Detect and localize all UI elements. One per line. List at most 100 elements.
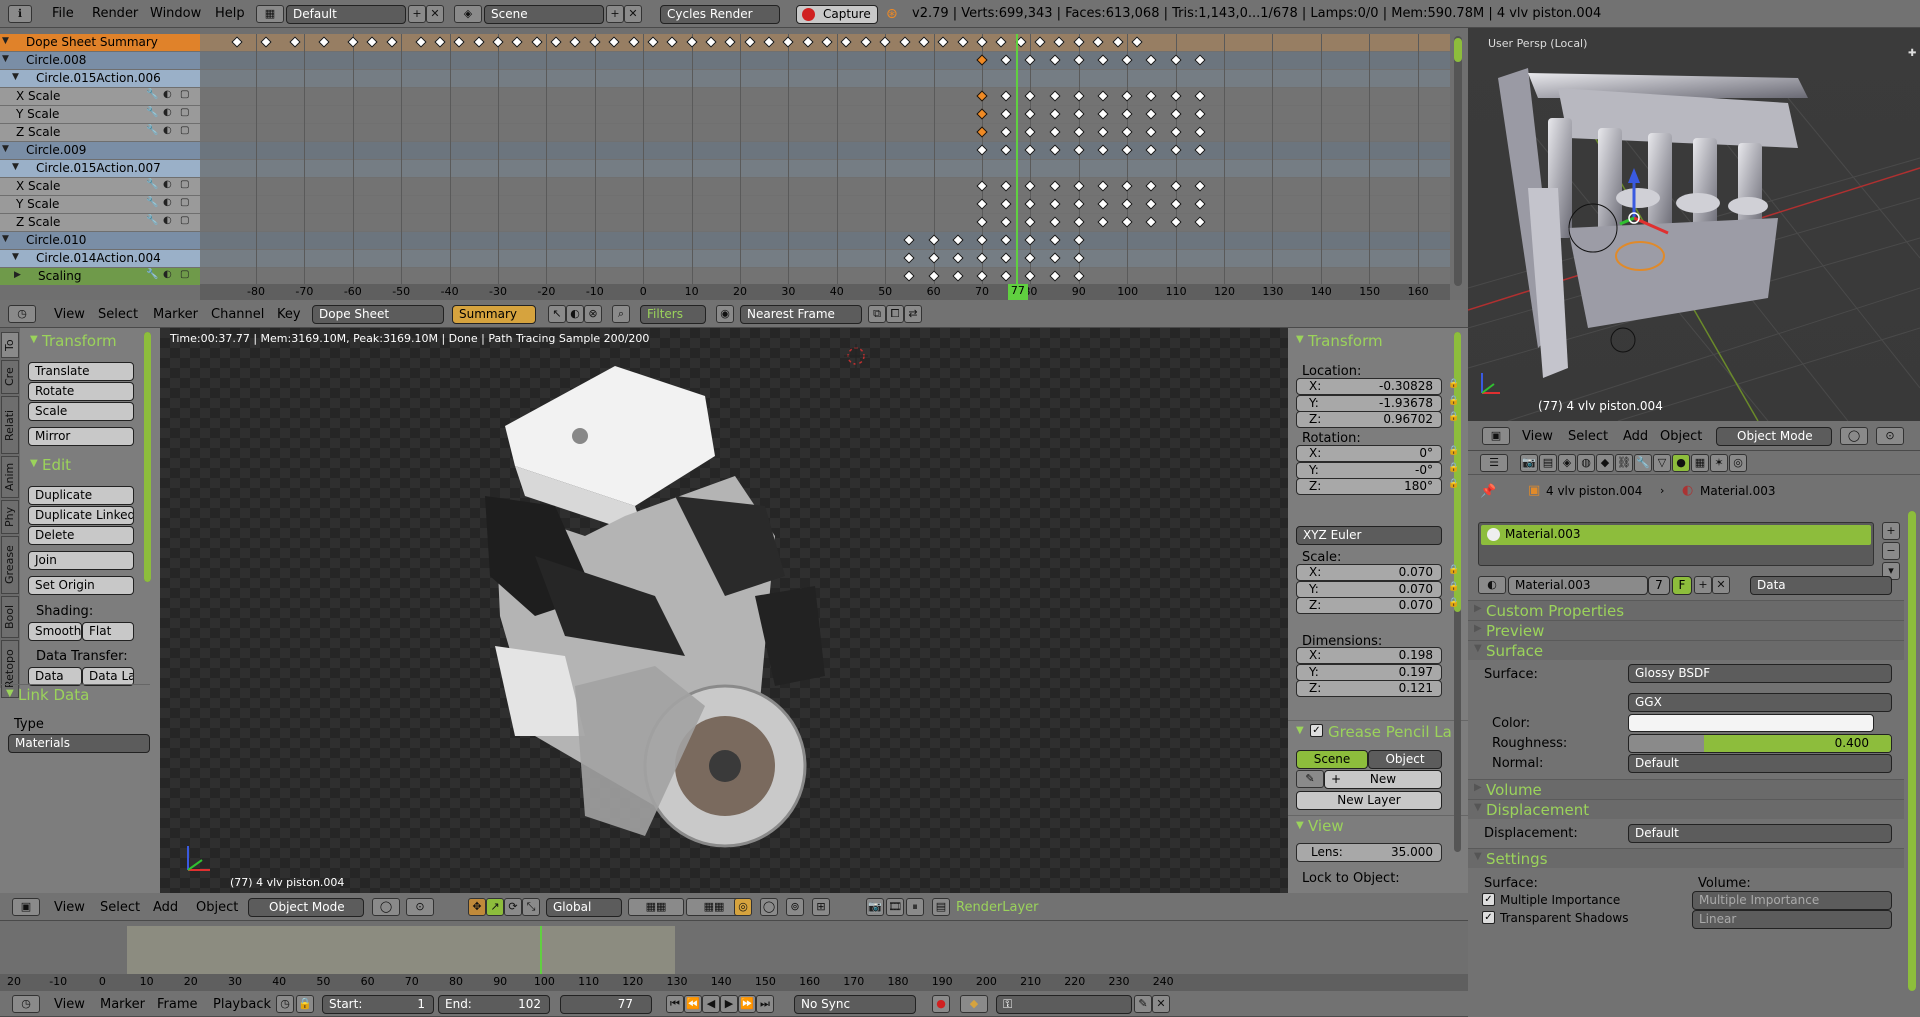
keying-set-icon[interactable]: ◆ bbox=[960, 995, 988, 1013]
fake-user-toggle[interactable]: F bbox=[1672, 576, 1692, 595]
ds-menu-key[interactable]: Key bbox=[277, 307, 301, 322]
lock-toggle-icon[interactable]: ▢ bbox=[180, 125, 189, 136]
ts-checkbox[interactable]: ✓ bbox=[1482, 911, 1495, 924]
tl-menu-marker[interactable]: Marker bbox=[100, 997, 145, 1012]
play-reverse-icon[interactable]: ◀ bbox=[702, 995, 720, 1013]
current-frame-line[interactable] bbox=[1015, 34, 1018, 284]
render-anim-icon[interactable]: 🎞 bbox=[886, 898, 904, 916]
ds-menu-channel[interactable]: Channel bbox=[211, 307, 264, 322]
paste-keys-icon[interactable]: ⧠ bbox=[886, 305, 904, 323]
channel-row[interactable]: ▼ Dope Sheet Summary bbox=[0, 34, 200, 51]
sync-dropdown[interactable]: No Sync bbox=[794, 995, 916, 1014]
rv-pivot-icon[interactable]: ⊙ bbox=[406, 898, 434, 916]
gp-new-button[interactable]: + New bbox=[1324, 770, 1442, 789]
distribution-dropdown[interactable]: GGX bbox=[1628, 693, 1892, 712]
scale-z-field[interactable]: Z: 0.070 bbox=[1296, 597, 1442, 614]
mute-toggle-icon[interactable]: ◐ bbox=[163, 269, 172, 280]
render-tab-icon[interactable]: 📷 bbox=[1520, 454, 1538, 472]
layers-grid-icon[interactable]: ▦▦ bbox=[628, 898, 684, 916]
proportional-icon[interactable]: ◯ bbox=[760, 898, 778, 916]
panel-link-data[interactable]: ▼ Link Data bbox=[0, 684, 150, 704]
start-frame-field[interactable]: Start: 1 bbox=[322, 995, 434, 1014]
lock-range-icon[interactable]: 🔒 bbox=[296, 995, 314, 1013]
translate-button[interactable]: Translate bbox=[28, 362, 134, 381]
particles-tab-icon[interactable]: ✶ bbox=[1710, 454, 1728, 472]
mute-toggle-icon[interactable]: ◐ bbox=[163, 107, 172, 118]
vp-menu-object[interactable]: Object bbox=[1660, 429, 1702, 444]
scene-field[interactable]: Scene bbox=[484, 5, 604, 24]
tool-shelf-tab[interactable]: To bbox=[1, 332, 19, 358]
panel-settings[interactable]: ▼ Settings bbox=[1468, 848, 1904, 868]
modifier-toggle-icon[interactable]: 🔧 bbox=[146, 179, 158, 190]
vp-menu-select[interactable]: Select bbox=[1568, 429, 1608, 444]
smooth-button[interactable]: Smooth bbox=[28, 622, 82, 641]
channel-row[interactable]: Z Scale 🔧 ◐ ▢ bbox=[0, 214, 200, 231]
modifier-toggle-icon[interactable]: 🔧 bbox=[146, 215, 158, 226]
dimensions-y-field[interactable]: Y: 0.197 bbox=[1296, 663, 1442, 681]
channel-row[interactable]: ▼ Circle.010 bbox=[0, 232, 200, 249]
material-tab-icon[interactable]: ● bbox=[1672, 454, 1690, 472]
render-view-editor-icon[interactable]: ▣ bbox=[12, 898, 40, 916]
modifiers-tab-icon[interactable]: 🔧 bbox=[1634, 454, 1652, 472]
grease-pencil-checkbox[interactable]: ✓ bbox=[1310, 724, 1323, 737]
channel-expand-icon[interactable]: ▼ bbox=[2, 36, 9, 46]
channel-row[interactable]: Y Scale 🔧 ◐ ▢ bbox=[0, 196, 200, 213]
lock-toggle-icon[interactable]: ▢ bbox=[180, 197, 189, 208]
link-type-dropdown[interactable]: Materials bbox=[8, 734, 150, 753]
material-slot-row[interactable]: Material.003 bbox=[1481, 525, 1871, 545]
screen-layout-field[interactable]: Default bbox=[286, 5, 406, 24]
layers-tab-icon[interactable]: ▤ bbox=[1539, 454, 1557, 472]
scene-icon[interactable]: ◈ bbox=[454, 5, 482, 23]
render-still-icon[interactable]: 📷 bbox=[866, 898, 884, 916]
material-name-field[interactable]: Material.003 bbox=[1508, 576, 1648, 595]
rotation-x-field[interactable]: X: 0° bbox=[1296, 445, 1442, 462]
snap-icon[interactable]: ⊚ bbox=[786, 898, 804, 916]
data-tab-icon[interactable]: ▽ bbox=[1653, 454, 1671, 472]
slot-add-icon[interactable]: + bbox=[1882, 522, 1900, 540]
lock-icon[interactable]: 🔒 bbox=[1448, 565, 1459, 575]
channel-row[interactable]: Y Scale 🔧 ◐ ▢ bbox=[0, 106, 200, 123]
timeline-ruler[interactable]: 20 -10 0 10 20 30 40 50 60 70 80 90 100 110 120 130 140 1… bbox=[0, 974, 1468, 991]
mute-toggle-icon[interactable]: ◐ bbox=[163, 215, 172, 226]
tl-menu-view[interactable]: View bbox=[54, 997, 85, 1012]
tool-shelf-tab[interactable]: Relati bbox=[1, 396, 19, 454]
material-users-count[interactable]: 7 bbox=[1648, 576, 1670, 595]
rv-menu-add[interactable]: Add bbox=[153, 900, 178, 915]
channel-row[interactable]: ▼ Circle.015Action.006 bbox=[0, 70, 200, 87]
auto-key-icon[interactable]: ● bbox=[932, 995, 950, 1013]
channel-expand-icon[interactable]: ▶ bbox=[14, 270, 21, 280]
close-layout-icon[interactable]: ✕ bbox=[426, 5, 444, 23]
modifier-toggle-icon[interactable]: 🔧 bbox=[146, 269, 158, 280]
dopesheet-keyframe-area[interactable] bbox=[200, 34, 1450, 284]
dopesheet-editor-icon[interactable]: ◷ bbox=[8, 305, 36, 323]
channel-row[interactable]: ▼ Circle.009 bbox=[0, 142, 200, 159]
render-layer-label[interactable]: RenderLayer bbox=[956, 900, 1039, 915]
pivot-icon[interactable]: ⊙ bbox=[1876, 427, 1904, 445]
tool-shelf-tab[interactable]: Phy bbox=[1, 500, 19, 534]
timeline-playhead[interactable] bbox=[540, 926, 542, 974]
volume-sampling-dropdown[interactable]: Linear bbox=[1692, 910, 1892, 929]
channel-expand-icon[interactable]: ▼ bbox=[12, 162, 19, 172]
panel-custom-properties[interactable]: ▶ Custom Properties bbox=[1468, 600, 1904, 620]
lock-icon[interactable]: 🔒 bbox=[1448, 598, 1459, 608]
link-dropdown[interactable]: Data bbox=[1750, 576, 1892, 595]
play-icon[interactable]: ▶ bbox=[720, 995, 738, 1013]
properties-scrollbar[interactable] bbox=[1908, 511, 1916, 991]
mirror-button[interactable]: Mirror bbox=[28, 427, 134, 446]
unlink-material-icon[interactable]: ✕ bbox=[1712, 576, 1730, 594]
channel-row[interactable]: ▼ Circle.008 bbox=[0, 52, 200, 69]
set-origin-dropdown[interactable]: Set Origin bbox=[28, 576, 134, 595]
lock-toggle-icon[interactable]: ▢ bbox=[180, 107, 189, 118]
screen-layout-icon[interactable]: ▦ bbox=[256, 5, 284, 23]
panel-transform-tools[interactable]: ▼ Transform bbox=[24, 332, 144, 352]
rotation-y-field[interactable]: Y: -0° bbox=[1296, 461, 1442, 479]
panel-surface[interactable]: ▼ Surface bbox=[1468, 640, 1904, 660]
mi-checkbox[interactable]: ✓ bbox=[1482, 893, 1495, 906]
channel-expand-icon[interactable]: ▼ bbox=[2, 144, 9, 154]
flat-button[interactable]: Flat bbox=[82, 622, 134, 641]
close-scene-icon[interactable]: ✕ bbox=[624, 5, 642, 23]
lock-icon[interactable]: 🔒 bbox=[1448, 379, 1459, 389]
duplicate-linked-button[interactable]: Duplicate Linked bbox=[28, 506, 134, 525]
dimensions-x-field[interactable]: X: 0.198 bbox=[1296, 647, 1442, 664]
menu-render[interactable]: Render bbox=[92, 6, 138, 21]
